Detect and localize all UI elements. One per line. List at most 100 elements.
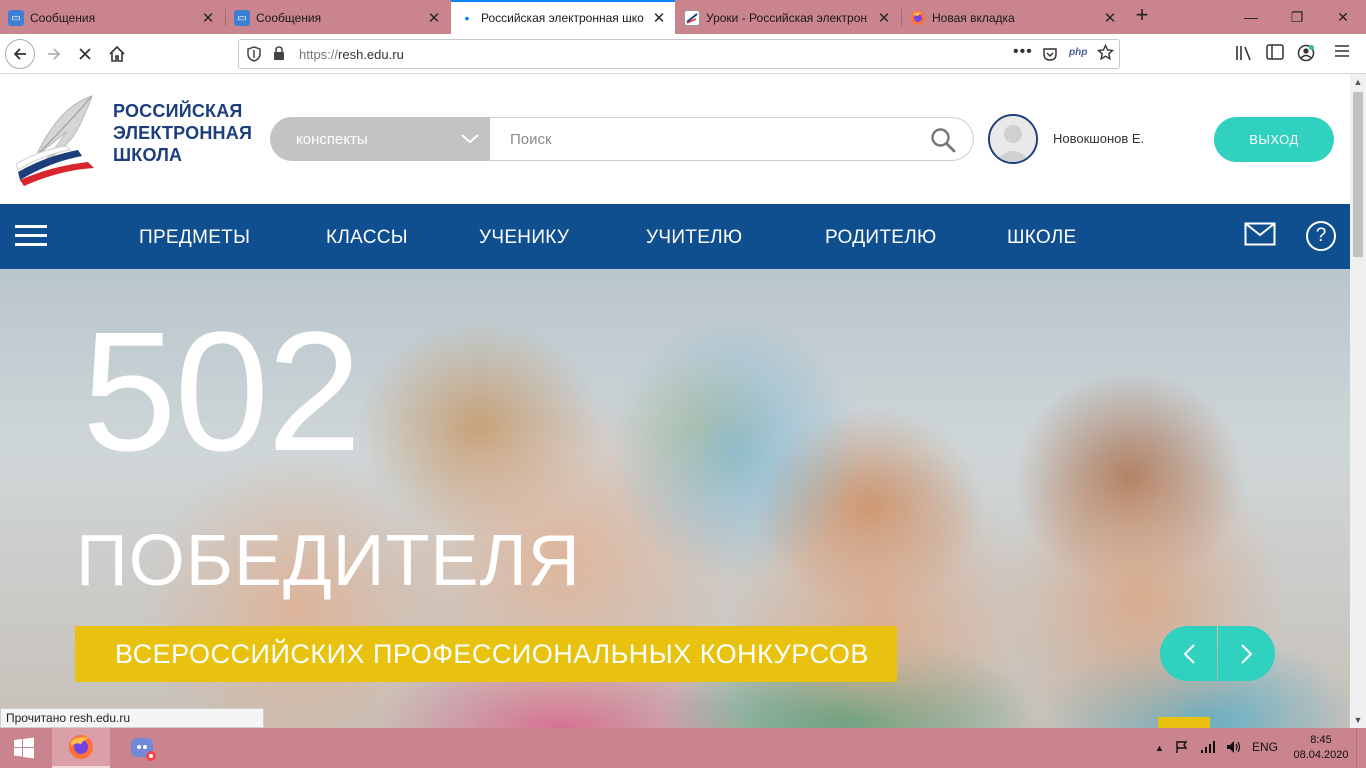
stop-button[interactable] [70,39,100,69]
close-icon[interactable]: ✕ [426,9,442,27]
tracking-shield-icon[interactable] [247,46,261,65]
menu-item-parent[interactable]: РОДИТЕЛЮ [825,227,936,249]
browser-tab[interactable]: ▭ Сообщения ✕ [226,2,450,34]
tray-volume-icon[interactable] [1226,740,1242,757]
logout-button[interactable]: ВЫХОД [1214,117,1334,162]
new-tab-button[interactable]: + [1130,4,1154,28]
pocket-icon[interactable] [1042,46,1058,65]
site-header: РОССИЙСКАЯ ЭЛЕКТРОННАЯ ШКОЛА конспекты Н… [0,74,1350,204]
address-bar[interactable]: https://resh.edu.ru ••• php [238,39,1120,69]
tab-title: Сообщения [30,11,96,25]
hero-number: 502 [82,297,362,487]
logo-text[interactable]: РОССИЙСКАЯ ЭЛЕКТРОННАЯ ШКОЛА [113,100,252,166]
hamburger-menu-icon[interactable] [15,225,47,247]
firefox-icon [69,735,93,759]
scroll-down-icon[interactable]: ▼ [1350,712,1366,728]
menu-icon[interactable] [1334,44,1350,62]
main-menu: ПРЕДМЕТЫ КЛАССЫ УЧЕНИКУ УЧИТЕЛЮ РОДИТЕЛЮ… [0,204,1350,269]
hero-subtitle: ВСЕРОССИЙСКИХ ПРОФЕССИОНАЛЬНЫХ КОНКУРСОВ [75,626,897,682]
logo-line: РОССИЙСКАЯ [113,101,243,121]
close-icon[interactable]: ✕ [1102,9,1118,27]
mail-icon[interactable] [1244,222,1276,246]
avatar[interactable] [988,114,1038,164]
browser-tab[interactable]: Уроки - Российская электрон ✕ [676,2,900,34]
php-extension-icon[interactable]: php [1069,47,1087,58]
search-category-value: конспекты [296,130,368,148]
start-button[interactable] [0,728,48,768]
close-icon[interactable]: ✕ [200,9,216,27]
taskbar-firefox[interactable] [52,728,110,768]
hero-banner: 502 ПОБЕДИТЕЛЯ ВСЕРОССИЙСКИХ ПРОФЕССИОНА… [0,269,1350,728]
username-label[interactable]: Новокшонов Е. [1053,131,1144,146]
hero-title: ПОБЕДИТЕЛЯ [76,521,581,601]
chevron-down-icon [461,134,479,144]
logo-line: ШКОЛА [113,145,183,165]
url-host: resh.edu.ru [338,47,404,62]
scroll-up-icon[interactable]: ▲ [1350,74,1366,90]
tab-title: Сообщения [256,11,322,25]
tray-flag-icon[interactable] [1175,740,1189,757]
menu-item-subjects[interactable]: ПРЕДМЕТЫ [139,227,250,249]
home-icon [109,45,125,62]
tab-title: Уроки - Российская электрон [706,11,868,25]
help-icon[interactable]: ? [1306,221,1336,251]
show-desktop-button[interactable] [1356,728,1366,768]
chevron-left-icon [1183,643,1195,664]
home-button[interactable] [102,39,132,69]
user-silhouette-icon [990,116,1036,162]
library-icon[interactable] [1235,44,1253,66]
hero-decoration [1158,717,1210,728]
firefox-icon [910,10,926,26]
search-icon[interactable] [930,127,956,153]
url-text[interactable]: https://resh.edu.ru [299,47,404,62]
bookmark-star-icon[interactable] [1096,43,1115,64]
browser-tab-bar: ▭ Сообщения ✕ ▭ Сообщения ✕ • Российская… [0,0,1366,34]
close-icon[interactable]: ✕ [651,9,667,27]
back-button[interactable] [5,39,35,69]
slider-next-button[interactable] [1218,626,1275,681]
arrow-right-icon [48,48,61,60]
menu-item-classes[interactable]: КЛАССЫ [326,227,408,249]
arrow-left-icon [13,48,26,60]
menu-item-teacher[interactable]: УЧИТЕЛЮ [646,227,742,249]
page-actions-icon[interactable]: ••• [1013,43,1033,61]
close-icon[interactable]: ✕ [876,9,892,27]
loading-icon: • [464,10,470,26]
resh-logo-icon[interactable] [16,94,98,186]
browser-tab-active[interactable]: • Российская электронная шко ✕ [451,0,675,34]
search-input[interactable] [490,117,974,161]
logo-line: ЭЛЕКТРОННАЯ [113,123,253,143]
taskbar-discord[interactable] [114,728,172,768]
slider-prev-button[interactable] [1160,626,1217,681]
search-category-select[interactable]: конспекты [270,117,490,161]
lock-icon[interactable] [273,46,285,64]
menu-item-school[interactable]: ШКОЛЕ [1007,227,1076,249]
tray-network-icon[interactable] [1200,740,1216,757]
tab-title: Российская электронная шко [481,11,644,25]
account-icon[interactable] [1297,44,1315,66]
close-window-button[interactable]: ✕ [1320,0,1366,34]
tray-language[interactable]: ENG [1252,740,1278,754]
discord-icon [131,738,156,761]
clock-time: 8:45 [1310,734,1332,746]
sidebar-icon[interactable] [1266,44,1284,64]
messages-favicon-icon: ▭ [8,10,24,26]
url-protocol: https:// [299,47,339,62]
resh-favicon-icon [684,10,700,26]
tab-title: Новая вкладка [932,11,1015,25]
browser-tab[interactable]: Новая вкладка ✕ [902,2,1126,34]
status-text: Прочитано resh.edu.ru [0,708,264,728]
windows-icon [14,737,34,759]
forward-button[interactable] [39,39,69,69]
tray-clock[interactable]: 8:45 08.04.2020 [1290,733,1352,763]
messages-favicon-icon: ▭ [234,10,250,26]
taskbar: ▲ ENG 8:45 08.04.2020 [0,728,1366,768]
restore-button[interactable]: ❐ [1274,0,1320,34]
chevron-right-icon [1240,643,1252,664]
menu-item-student[interactable]: УЧЕНИКУ [479,227,569,249]
tray-chevron-up-icon[interactable]: ▲ [1155,743,1164,753]
scrollbar-thumb[interactable] [1353,92,1363,257]
clock-date: 08.04.2020 [1293,749,1349,761]
browser-tab[interactable]: ▭ Сообщения ✕ [0,2,224,34]
minimize-button[interactable]: — [1228,0,1274,34]
